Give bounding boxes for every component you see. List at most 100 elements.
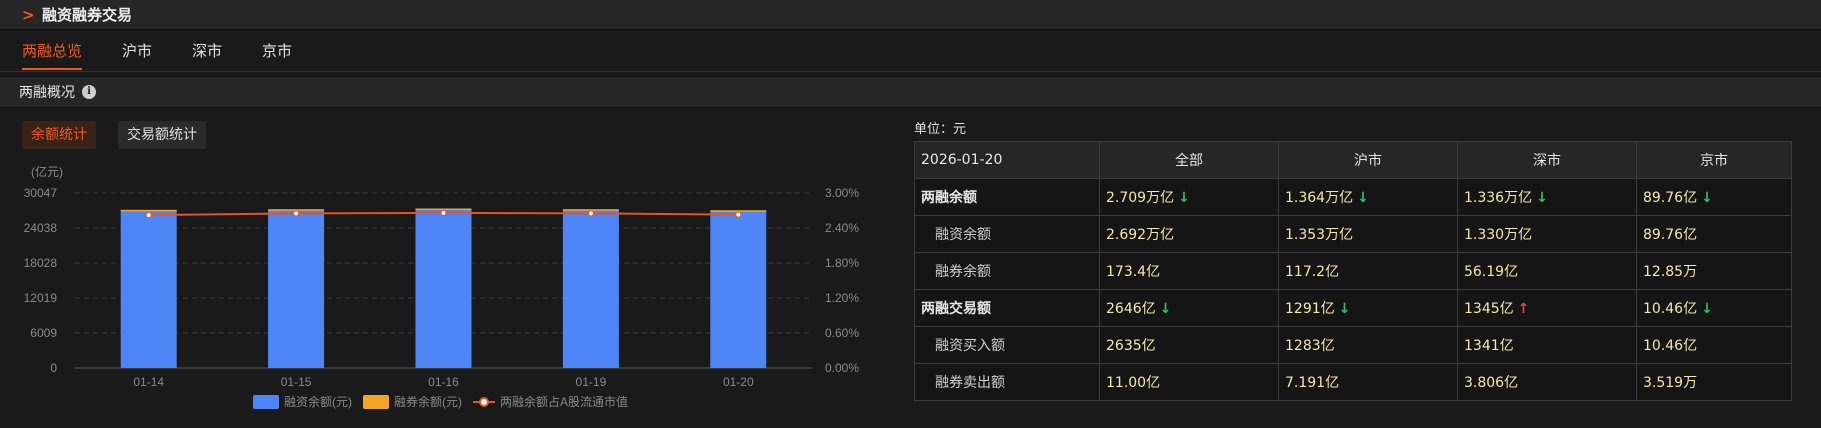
y-right-tick-label: 0.00%: [825, 361, 859, 375]
y-tick-label: 6009: [30, 326, 57, 340]
table-cell: 1345亿 ↑: [1457, 289, 1637, 327]
table-row: 融资买入额 2635亿 1283亿 1341亿 10.46亿: [914, 326, 1792, 364]
bar-securities-lending: [415, 208, 472, 210]
table-cell: 10.46亿: [1636, 326, 1792, 364]
arrow-down-icon: ↓: [1159, 301, 1172, 317]
bar-financing: [120, 210, 177, 368]
row-label: 两融交易额: [914, 289, 1100, 327]
column-header: 沪市: [1278, 141, 1458, 179]
margin-summary-table: 2026-01-20 全部 沪市 深市 京市 两融余额 2.709万亿 ↓ 1.364…: [914, 141, 1792, 401]
table-row: 两融交易额 2646亿 ↓ 1291亿 ↓ 1345亿 ↑ 10.46亿 ↓: [914, 289, 1792, 327]
section-header: 两融概况 i: [0, 76, 1821, 108]
balance-stats-button[interactable]: 余额统计: [22, 121, 96, 149]
y-tick-label: 12019: [24, 291, 58, 305]
table-cell: 89.76亿 ↓: [1636, 178, 1792, 216]
y-right-tick-label: 2.40%: [825, 221, 859, 235]
column-header: 全部: [1099, 141, 1279, 179]
legend-swatch-ratio-point: [479, 397, 489, 407]
legend-label: 融资余额(元): [284, 394, 352, 409]
legend-swatch-securities-lending: [363, 395, 389, 409]
market-tabs: 两融总览 沪市 深市 京市: [0, 30, 1821, 72]
row-label: 两融余额: [914, 178, 1100, 216]
y-right-tick-label: 1.80%: [825, 256, 859, 270]
table-cell: 2635亿: [1099, 326, 1279, 364]
table-cell: 1.336万亿 ↓: [1457, 178, 1637, 216]
arrow-up-icon: ↑: [1517, 301, 1530, 317]
table-cell: 1283亿: [1278, 326, 1458, 364]
y-tick-label: 18028: [24, 256, 58, 270]
table-cell: 11.00亿: [1099, 363, 1279, 401]
table-cell: 7.191亿: [1278, 363, 1458, 401]
x-tick-label: 01-15: [281, 375, 312, 389]
bar-financing: [710, 211, 767, 368]
table-header-row: 2026-01-20 全部 沪市 深市 京市: [914, 141, 1792, 179]
section-title: 两融概况: [19, 85, 75, 101]
table-cell: 117.2亿: [1278, 252, 1458, 290]
table-cell: 1341亿: [1457, 326, 1637, 364]
tab-shanghai[interactable]: 沪市: [122, 30, 152, 72]
row-label: 融资买入额: [914, 326, 1100, 364]
tab-beijing[interactable]: 京市: [262, 30, 292, 72]
bar-financing: [415, 209, 472, 368]
table-row: 融券余额 173.4亿 117.2亿 56.19亿 12.85万: [914, 252, 1792, 290]
legend-label: 两融余额占A股流通市值: [500, 394, 628, 409]
y-right-tick-label: 3.00%: [825, 186, 859, 200]
y-axis-unit: (亿元): [31, 164, 63, 179]
arrow-down-icon: ↓: [1536, 190, 1548, 206]
table-row: 融资余额 2.692万亿 1.353万亿 1.330万亿 89.76亿: [914, 215, 1792, 253]
x-tick-label: 01-14: [133, 375, 164, 389]
arrow-down-icon: ↓: [1178, 190, 1190, 206]
table-row: 两融余额 2.709万亿 ↓ 1.364万亿 ↓ 1.336万亿 ↓ 89.76亿 ↓: [914, 178, 1792, 216]
bar-financing: [562, 210, 619, 368]
bar-securities-lending: [710, 210, 767, 212]
chevron-right-icon[interactable]: >: [22, 6, 42, 24]
table-date: 2026-01-20: [914, 141, 1100, 179]
table-cell: 1.353万亿: [1278, 215, 1458, 253]
table-cell: 2.692万亿: [1099, 215, 1279, 253]
arrow-down-icon: ↓: [1701, 301, 1713, 317]
y-tick-label: 30047: [24, 186, 58, 200]
arrow-down-icon: ↓: [1357, 190, 1369, 206]
row-label: 融券余额: [914, 252, 1100, 290]
table-cell: 1.364万亿 ↓: [1278, 178, 1458, 216]
margin-balance-chart: (亿元) 0 0.00% 6009 0.60% 12019 1.20% 18028 1.80% 2…: [24, 164, 859, 409]
y-right-tick-label: 1.20%: [825, 291, 859, 305]
info-icon[interactable]: i: [82, 85, 96, 99]
legend-label: 融券余额(元): [394, 394, 462, 409]
row-label: 融券卖出额: [914, 363, 1100, 401]
tab-overview[interactable]: 两融总览: [22, 30, 83, 72]
unit-label: 单位：元: [914, 122, 967, 137]
module-header: > 融资融券交易: [0, 0, 1821, 30]
table-cell: 56.19亿: [1457, 252, 1637, 290]
module-title: 融资融券交易: [42, 6, 133, 24]
table-cell: 173.4亿: [1099, 252, 1279, 290]
x-tick-label: 01-20: [723, 375, 754, 389]
y-tick-label: 24038: [24, 221, 58, 235]
table-cell: 3.806亿: [1457, 363, 1637, 401]
row-label: 融资余额: [914, 215, 1100, 253]
y-tick-label: 0: [50, 361, 57, 375]
arrow-down-icon: ↓: [1701, 190, 1713, 206]
legend-swatch-financing: [253, 395, 279, 409]
table-cell: 89.76亿: [1636, 215, 1792, 253]
ratio-point: [735, 211, 742, 218]
ratio-point: [293, 210, 300, 217]
bar-securities-lending: [120, 209, 177, 212]
table-cell: 1.330万亿: [1457, 215, 1637, 253]
arrow-down-icon: ↓: [1338, 301, 1351, 317]
x-tick-label: 01-16: [428, 375, 459, 389]
x-tick-label: 01-19: [576, 375, 607, 389]
y-right-tick-label: 0.60%: [825, 326, 859, 340]
table-cell: 2646亿 ↓: [1099, 289, 1279, 327]
table-cell: 12.85万: [1636, 252, 1792, 290]
tab-shenzhen[interactable]: 深市: [192, 30, 222, 72]
table-row: 融券卖出额 11.00亿 7.191亿 3.806亿 3.519万: [914, 363, 1792, 401]
column-header: 京市: [1636, 141, 1792, 179]
ratio-point: [145, 212, 152, 219]
table-cell: 1291亿 ↓: [1278, 289, 1458, 327]
table-cell: 10.46亿 ↓: [1636, 289, 1792, 327]
column-header: 深市: [1457, 141, 1637, 179]
table-cell: 2.709万亿 ↓: [1099, 178, 1279, 216]
table-cell: 3.519万: [1636, 363, 1792, 401]
volume-stats-button[interactable]: 交易额统计: [118, 121, 206, 149]
